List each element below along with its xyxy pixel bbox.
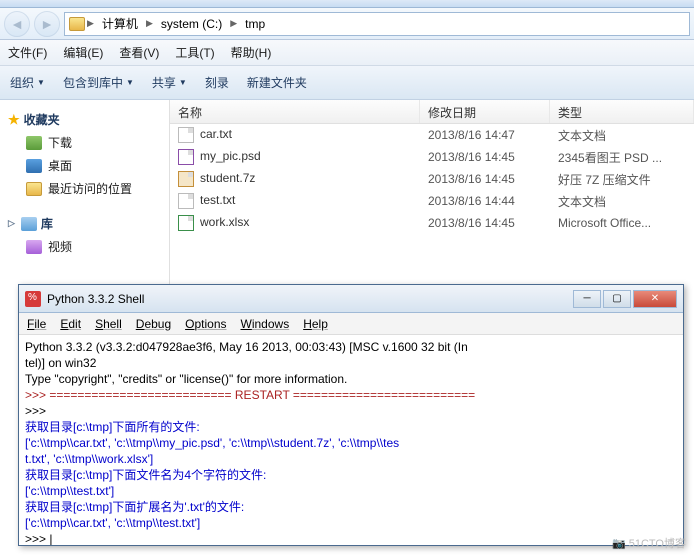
file-row[interactable]: test.txt2013/8/16 14:44文本文档 — [170, 190, 694, 212]
breadcrumb[interactable]: ▶ 计算机 ▶ system (C:) ▶ tmp — [64, 12, 690, 36]
column-headers: 名称 修改日期 类型 — [170, 100, 694, 124]
chevron-right-icon: ▶ — [87, 18, 94, 29]
file-icon — [178, 149, 194, 165]
tool-includelib[interactable]: 包含到库中▼ — [63, 74, 134, 91]
python-titlebar[interactable]: Python 3.3.2 Shell ─ ▢ ✕ — [19, 285, 683, 313]
python-shell-window: Python 3.3.2 Shell ─ ▢ ✕ File Edit Shell… — [18, 284, 684, 546]
tool-burn[interactable]: 刻录 — [205, 74, 229, 91]
recent-icon — [26, 182, 42, 196]
python-title: Python 3.3.2 Shell — [47, 292, 573, 306]
console-line: tel)] on win32 — [25, 355, 677, 371]
desktop-icon — [26, 159, 42, 173]
file-icon — [178, 193, 194, 209]
maximize-button[interactable]: ▢ — [603, 290, 631, 308]
titlebar — [0, 0, 694, 8]
file-icon — [178, 215, 194, 231]
sidebar-favorites-header[interactable]: ★收藏夹 — [6, 108, 163, 131]
library-icon — [21, 217, 37, 231]
sidebar-item-videos[interactable]: 视频 — [6, 235, 163, 258]
file-row[interactable]: my_pic.psd2013/8/16 14:452345看图王 PSD ... — [170, 146, 694, 168]
pymenu-edit[interactable]: Edit — [60, 317, 81, 331]
pymenu-help[interactable]: Help — [303, 317, 328, 331]
pymenu-windows[interactable]: Windows — [241, 317, 290, 331]
menu-view[interactable]: 查看(V) — [119, 44, 159, 61]
nav-back-button[interactable]: ◄ — [4, 11, 30, 37]
sidebar-item-desktop[interactable]: 桌面 — [6, 154, 163, 177]
col-date[interactable]: 修改日期 — [420, 100, 550, 123]
col-type[interactable]: 类型 — [550, 100, 694, 123]
console-line: ['c:\\tmp\\car.txt', 'c:\\tmp\\my_pic.ps… — [25, 435, 677, 451]
watermark: 51CTO博客 — [612, 535, 686, 551]
menubar: 文件(F) 编辑(E) 查看(V) 工具(T) 帮助(H) — [0, 40, 694, 66]
menu-file[interactable]: 文件(F) — [8, 44, 47, 61]
star-icon: ★ — [8, 112, 20, 128]
pymenu-shell[interactable]: Shell — [95, 317, 122, 331]
python-menubar: File Edit Shell Debug Options Windows He… — [19, 313, 683, 335]
folder-icon — [69, 17, 85, 31]
tk-icon — [25, 291, 41, 307]
sidebar-libraries-header[interactable]: ▷库 — [6, 212, 163, 235]
console-prompt: >>> | — [25, 531, 677, 545]
chevron-down-icon: ▼ — [37, 78, 45, 87]
crumb-drive[interactable]: system (C:) — [155, 15, 228, 33]
console-line: 获取目录[c:\tmp]下面扩展名为'.txt'的文件: — [25, 499, 677, 515]
python-console[interactable]: Python 3.3.2 (v3.3.2:d047928ae3f6, May 1… — [19, 335, 683, 545]
crumb-computer[interactable]: 计算机 — [96, 13, 144, 34]
chevron-down-icon: ▼ — [126, 78, 134, 87]
nav-forward-button[interactable]: ► — [34, 11, 60, 37]
console-line: ['c:\\tmp\\test.txt'] — [25, 483, 677, 499]
console-line: Python 3.3.2 (v3.3.2:d047928ae3f6, May 1… — [25, 339, 677, 355]
file-list: 名称 修改日期 类型 car.txt2013/8/16 14:47文本文档my_… — [170, 100, 694, 310]
tool-newfolder[interactable]: 新建文件夹 — [247, 74, 307, 91]
tool-organize[interactable]: 组织▼ — [10, 74, 45, 91]
sidebar-item-recent[interactable]: 最近访问的位置 — [6, 177, 163, 200]
sidebar: ★收藏夹 下载 桌面 最近访问的位置 ▷库 视频 — [0, 100, 170, 310]
file-row[interactable]: student.7z2013/8/16 14:45好压 7Z 压缩文件 — [170, 168, 694, 190]
crumb-folder[interactable]: tmp — [239, 15, 271, 33]
chevron-right-icon: ▶ — [146, 18, 153, 29]
menu-tools[interactable]: 工具(T) — [175, 44, 214, 61]
console-line: 获取目录[c:\tmp]下面文件名为4个字符的文件: — [25, 467, 677, 483]
video-icon — [26, 240, 42, 254]
toolbar: 组织▼ 包含到库中▼ 共享▼ 刻录 新建文件夹 — [0, 66, 694, 100]
chevron-right-icon: ▶ — [230, 18, 237, 29]
file-icon — [178, 171, 194, 187]
col-name[interactable]: 名称 — [170, 100, 420, 123]
menu-help[interactable]: 帮助(H) — [231, 44, 272, 61]
pymenu-options[interactable]: Options — [185, 317, 226, 331]
console-line: t.txt', 'c:\\tmp\\work.xlsx'] — [25, 451, 677, 467]
download-icon — [26, 136, 42, 150]
menu-edit[interactable]: 编辑(E) — [63, 44, 103, 61]
pymenu-file[interactable]: File — [27, 317, 46, 331]
triangle-right-icon: ▷ — [8, 218, 15, 229]
console-line: Type "copyright", "credits" or "license(… — [25, 371, 677, 387]
chevron-down-icon: ▼ — [179, 78, 187, 87]
console-prompt: >>> — [25, 403, 677, 419]
sidebar-item-downloads[interactable]: 下载 — [6, 131, 163, 154]
file-row[interactable]: car.txt2013/8/16 14:47文本文档 — [170, 124, 694, 146]
minimize-button[interactable]: ─ — [573, 290, 601, 308]
address-bar: ◄ ► ▶ 计算机 ▶ system (C:) ▶ tmp — [0, 8, 694, 40]
content-area: ★收藏夹 下载 桌面 最近访问的位置 ▷库 视频 名称 修改日期 类型 car.… — [0, 100, 694, 310]
file-row[interactable]: work.xlsx2013/8/16 14:45Microsoft Office… — [170, 212, 694, 234]
explorer-window: ◄ ► ▶ 计算机 ▶ system (C:) ▶ tmp 文件(F) 编辑(E… — [0, 0, 694, 310]
close-button[interactable]: ✕ — [633, 290, 677, 308]
console-line: ['c:\\tmp\\car.txt', 'c:\\tmp\\test.txt'… — [25, 515, 677, 531]
pymenu-debug[interactable]: Debug — [136, 317, 171, 331]
console-line: 获取目录[c:\tmp]下面所有的文件: — [25, 419, 677, 435]
file-icon — [178, 127, 194, 143]
console-line: >>> ========================== RESTART =… — [25, 387, 677, 403]
tool-share[interactable]: 共享▼ — [152, 74, 187, 91]
